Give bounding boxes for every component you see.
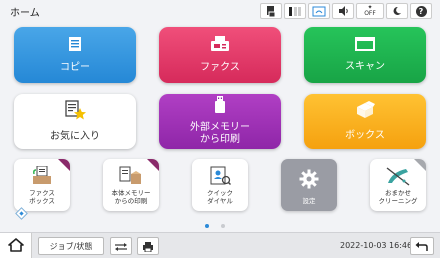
box-icon xyxy=(355,101,375,124)
fax-tile[interactable]: ファクス xyxy=(159,27,281,83)
favorites-tile[interactable]: お気に入り xyxy=(14,94,136,149)
wireless-off-label: OFF xyxy=(364,10,376,17)
favorites-icon xyxy=(64,100,86,125)
scan-tile[interactable]: スキャン xyxy=(304,27,426,83)
datetime: 2022-10-03 16:46 xyxy=(340,241,413,250)
stop-button[interactable] xyxy=(137,237,159,255)
scan-label: スキャン xyxy=(345,61,385,72)
internal-memory-icon xyxy=(119,166,143,189)
gear-icon xyxy=(299,169,319,192)
top-bar: ホーム ✦ OFF ? xyxy=(0,0,440,22)
sound-icon[interactable] xyxy=(332,3,354,19)
external-memory-label-line1: 外部メモリー xyxy=(190,121,250,133)
bottom-bar: ジョブ/状態 2022-10-03 16:46 xyxy=(0,232,440,258)
status-icons: ✦ OFF ? xyxy=(260,3,432,19)
wireless-off-icon[interactable]: ✦ OFF xyxy=(356,3,384,19)
page-dot-1[interactable] xyxy=(205,224,209,228)
job-status-button[interactable]: ジョブ/状態 xyxy=(38,237,104,255)
page-dot-2[interactable] xyxy=(221,224,225,228)
help-icon[interactable]: ? xyxy=(410,3,432,19)
fax-box-tile[interactable]: ファクス ボックス xyxy=(14,159,70,211)
auto-cleaning-tile[interactable]: おまかせ クリーニング xyxy=(370,159,426,211)
document-status-icon[interactable] xyxy=(260,3,282,19)
fax-box-icon xyxy=(31,165,53,189)
home-icon xyxy=(7,237,24,256)
quick-dial-label-line2: ダイヤル xyxy=(207,197,233,206)
fax-label: ファクス xyxy=(200,62,240,73)
back-button[interactable] xyxy=(410,237,434,255)
transfer-icon xyxy=(114,237,128,256)
quick-dial-tile[interactable]: クイック ダイヤル xyxy=(192,159,248,211)
scan-icon xyxy=(355,36,375,56)
fax-icon xyxy=(210,35,230,57)
favorites-label: お気に入り xyxy=(50,130,100,142)
settings-label: 設定 xyxy=(302,197,316,206)
fax-box-label-line2: ボックス xyxy=(29,197,55,206)
home-button[interactable] xyxy=(0,233,32,258)
back-arrow-icon xyxy=(415,237,429,256)
printer-icon xyxy=(142,237,154,256)
cleaning-label-line2: クリーニング xyxy=(378,197,418,206)
box-tile[interactable]: ボックス xyxy=(304,94,426,149)
corner-marker xyxy=(414,159,426,171)
usb-icon xyxy=(214,96,226,119)
copy-icon xyxy=(68,36,82,57)
toner-icon[interactable] xyxy=(284,3,306,19)
settings-tile[interactable]: 設定 xyxy=(281,159,337,211)
internal-memory-print-tile[interactable]: 本体メモリー からの印刷 xyxy=(103,159,159,211)
internal-memory-label-line2: からの印刷 xyxy=(114,197,148,206)
copy-tile[interactable]: コピー xyxy=(14,27,136,83)
moon-icon[interactable] xyxy=(386,3,408,19)
corner-marker xyxy=(58,159,70,171)
job-transfer-button[interactable] xyxy=(110,237,132,255)
external-memory-print-tile[interactable]: 外部メモリー から印刷 xyxy=(159,94,281,149)
help-label: ? xyxy=(415,5,427,17)
cleaning-icon xyxy=(386,166,410,189)
box-label: ボックス xyxy=(345,129,385,141)
quick-dial-icon xyxy=(209,166,232,189)
page-indicator xyxy=(205,224,225,228)
page-title: ホーム xyxy=(10,8,40,19)
external-memory-label-line2: から印刷 xyxy=(200,134,240,146)
copy-label: コピー xyxy=(60,62,90,73)
corner-marker xyxy=(147,159,159,171)
wifi-direct-icon[interactable] xyxy=(308,3,330,19)
